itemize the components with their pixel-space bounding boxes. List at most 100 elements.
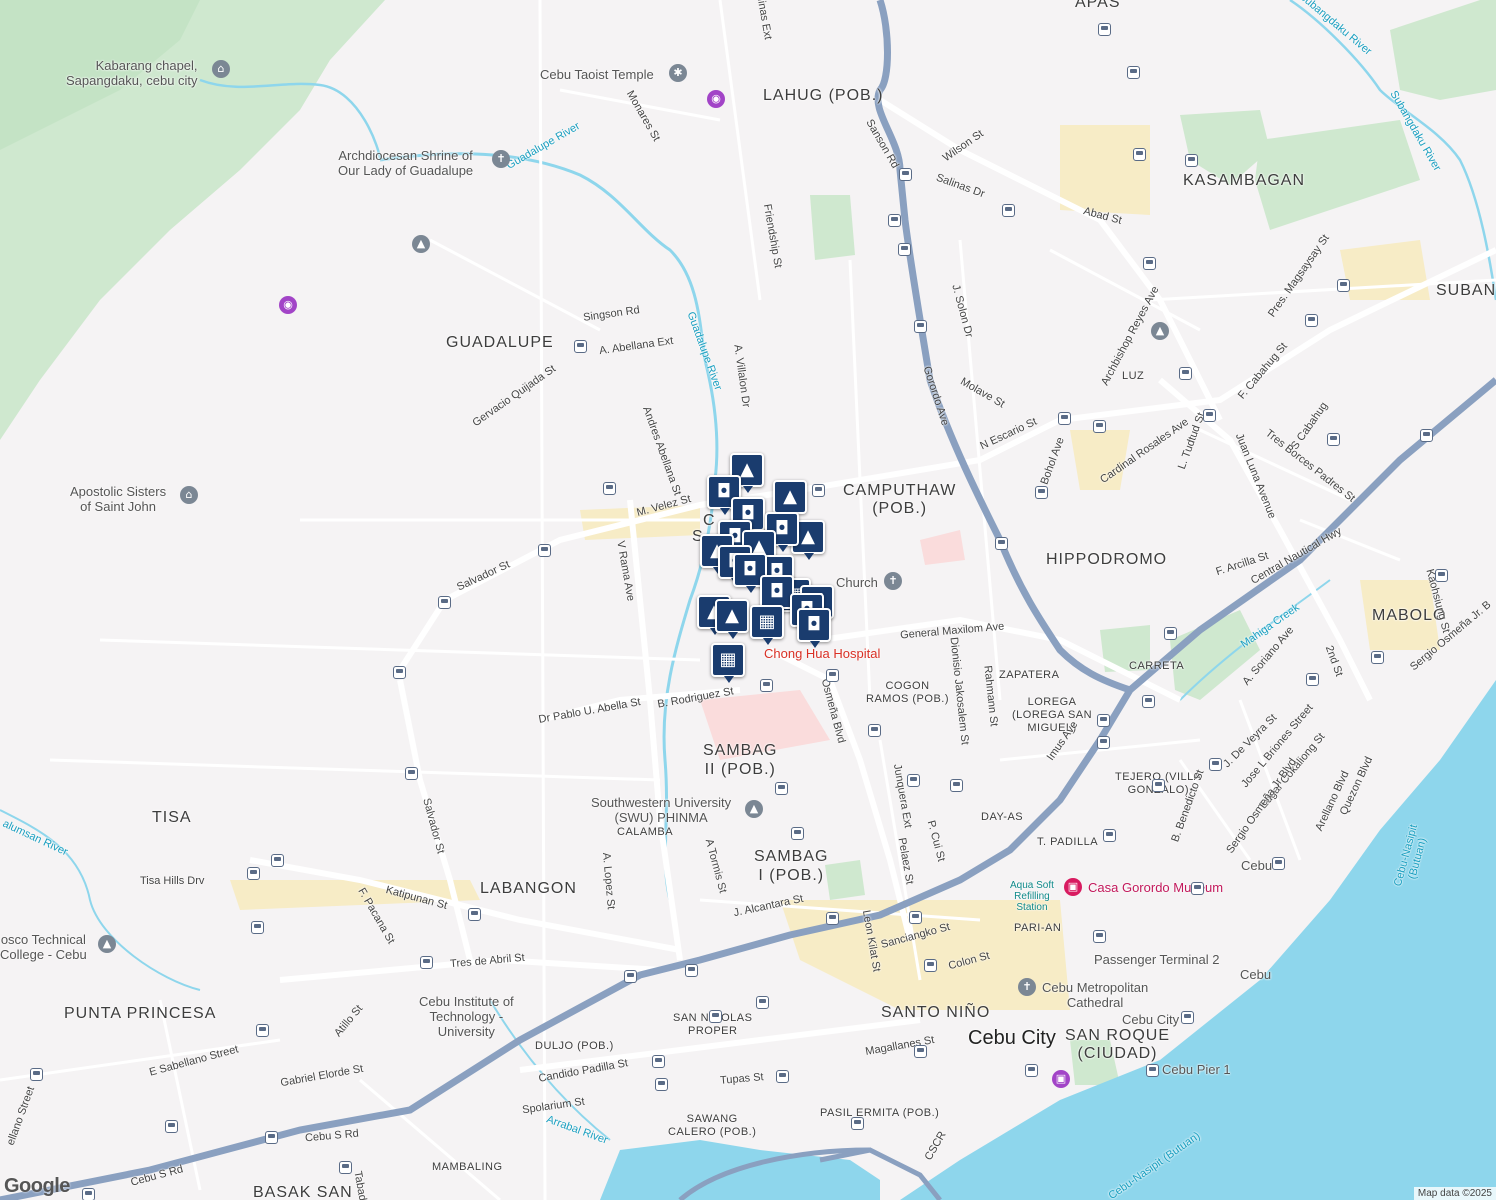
temple-icon[interactable]: ✱ bbox=[669, 64, 687, 82]
bus-stop-icon[interactable] bbox=[1103, 829, 1116, 842]
poi-church[interactable]: Church bbox=[836, 575, 878, 590]
bus-stop-icon[interactable] bbox=[1306, 673, 1319, 686]
bus-stop-icon[interactable] bbox=[1435, 569, 1448, 582]
bus-stop-icon[interactable] bbox=[812, 484, 825, 497]
bus-stop-icon[interactable] bbox=[1327, 433, 1340, 446]
bus-stop-icon[interactable] bbox=[685, 964, 698, 977]
bus-stop-icon[interactable] bbox=[1025, 1064, 1038, 1077]
marker-grocery[interactable]: ▦ bbox=[750, 605, 784, 645]
marker-grocery[interactable]: ▦ bbox=[711, 643, 745, 683]
poi-don-bosco-technical[interactable]: osco Technical College - Cebu bbox=[0, 932, 87, 962]
bus-stop-icon[interactable] bbox=[1093, 420, 1106, 433]
bus-stop-icon[interactable] bbox=[1272, 857, 1285, 870]
bus-stop-icon[interactable] bbox=[1371, 651, 1384, 664]
bus-stop-icon[interactable] bbox=[995, 537, 1008, 550]
poi-cebu-metropolitan-cathedral[interactable]: Cebu Metropolitan Cathedral bbox=[1042, 980, 1148, 1010]
school-icon[interactable]: ▲ bbox=[745, 800, 763, 818]
museum-icon[interactable]: ▣ bbox=[1064, 878, 1082, 896]
poi-aqua-soft-refilling[interactable]: Aqua Soft Refilling Station bbox=[1010, 880, 1054, 913]
bus-stop-icon[interactable] bbox=[950, 779, 963, 792]
convent-icon[interactable]: ⌂ bbox=[180, 486, 198, 504]
bus-stop-icon[interactable] bbox=[1179, 367, 1192, 380]
bus-stop-icon[interactable] bbox=[82, 1188, 95, 1200]
bus-stop-icon[interactable] bbox=[1098, 23, 1111, 36]
chapel-icon[interactable]: ⌂ bbox=[212, 60, 230, 78]
poi-chong-hua-hospital[interactable]: Chong Hua Hospital bbox=[764, 646, 880, 661]
bus-stop-icon[interactable] bbox=[1093, 930, 1106, 943]
bus-stop-icon[interactable] bbox=[624, 970, 637, 983]
bus-stop-icon[interactable] bbox=[899, 168, 912, 181]
bus-stop-icon[interactable] bbox=[1002, 204, 1015, 217]
bus-stop-icon[interactable] bbox=[760, 679, 773, 692]
google-logo[interactable]: Google bbox=[4, 1175, 70, 1198]
poi-cebu-taoist-temple[interactable]: Cebu Taoist Temple bbox=[540, 67, 654, 82]
church-icon[interactable]: ✝ bbox=[1018, 978, 1036, 996]
bus-stop-icon[interactable] bbox=[1164, 627, 1177, 640]
poi-cebu[interactable]: Cebu bbox=[1241, 858, 1272, 873]
church-icon[interactable]: ✝ bbox=[884, 572, 902, 590]
bus-stop-icon[interactable] bbox=[1133, 148, 1146, 161]
bus-stop-icon[interactable] bbox=[538, 544, 551, 557]
bus-stop-icon[interactable] bbox=[898, 243, 911, 256]
bus-stop-icon[interactable] bbox=[574, 340, 587, 353]
bus-stop-icon[interactable] bbox=[393, 666, 406, 679]
bus-stop-icon[interactable] bbox=[1305, 314, 1318, 327]
marker-school[interactable]: ▲ bbox=[773, 480, 807, 520]
marker-shopping[interactable]: ◘ bbox=[797, 608, 831, 648]
bus-stop-icon[interactable] bbox=[1143, 257, 1156, 270]
bus-stop-icon[interactable] bbox=[868, 724, 881, 737]
bus-stop-icon[interactable] bbox=[888, 214, 901, 227]
bus-stop-icon[interactable] bbox=[907, 774, 920, 787]
bus-stop-icon[interactable] bbox=[1127, 66, 1140, 79]
bus-stop-icon[interactable] bbox=[851, 1117, 864, 1130]
poi-cebu-city[interactable]: Cebu City bbox=[1122, 1012, 1179, 1027]
church-icon[interactable]: ✝ bbox=[492, 150, 510, 168]
bus-stop-icon[interactable] bbox=[756, 996, 769, 1009]
museum-icon[interactable]: ▣ bbox=[1052, 1070, 1070, 1088]
poi-cebu-institute-of-technology[interactable]: Cebu Institute of Technology - University bbox=[419, 994, 514, 1039]
bus-stop-icon[interactable] bbox=[914, 1045, 927, 1058]
bus-stop-icon[interactable] bbox=[603, 482, 616, 495]
marker-school[interactable]: ▲ bbox=[715, 599, 749, 639]
poi-guadalupe-shrine[interactable]: Archdiocesan Shrine of Our Lady of Guadal… bbox=[338, 148, 473, 178]
bus-stop-icon[interactable] bbox=[1097, 736, 1110, 749]
bus-stop-icon[interactable] bbox=[405, 767, 418, 780]
bus-stop-icon[interactable] bbox=[826, 912, 839, 925]
bus-stop-icon[interactable] bbox=[791, 827, 804, 840]
bus-stop-icon[interactable] bbox=[1203, 409, 1216, 422]
bus-stop-icon[interactable] bbox=[1185, 154, 1198, 167]
bus-stop-icon[interactable] bbox=[775, 782, 788, 795]
bus-stop-icon[interactable] bbox=[1097, 714, 1110, 727]
school-icon[interactable]: ▲ bbox=[98, 935, 116, 953]
bus-stop-icon[interactable] bbox=[1035, 486, 1048, 499]
camera-icon[interactable]: ◉ bbox=[279, 296, 297, 314]
bus-stop-icon[interactable] bbox=[1209, 758, 1222, 771]
bus-stop-icon[interactable] bbox=[1058, 412, 1071, 425]
marker-shopping[interactable]: ◘ bbox=[760, 575, 794, 615]
poi-passenger-terminal-2[interactable]: Passenger Terminal 2 bbox=[1094, 952, 1220, 967]
bus-stop-icon[interactable] bbox=[655, 1078, 668, 1091]
poi-southwestern-university[interactable]: Southwestern University (SWU) PHINMA bbox=[591, 795, 731, 825]
bus-stop-icon[interactable] bbox=[914, 320, 927, 333]
bus-stop-icon[interactable] bbox=[247, 867, 260, 880]
bus-stop-icon[interactable] bbox=[1191, 882, 1204, 895]
poi-cebu-pier-1[interactable]: Cebu Pier 1 bbox=[1162, 1062, 1231, 1077]
bus-stop-icon[interactable] bbox=[438, 596, 451, 609]
bus-stop-icon[interactable] bbox=[1181, 1011, 1194, 1024]
bus-stop-icon[interactable] bbox=[1420, 429, 1433, 442]
bus-stop-icon[interactable] bbox=[1146, 1064, 1159, 1077]
bus-stop-icon[interactable] bbox=[1337, 279, 1350, 292]
bus-stop-icon[interactable] bbox=[251, 921, 264, 934]
bus-stop-icon[interactable] bbox=[709, 1010, 722, 1023]
poi-kabarang-chapel[interactable]: Kabarang chapel, Sapangdaku, cebu city bbox=[66, 58, 198, 88]
bus-stop-icon[interactable] bbox=[826, 669, 839, 682]
map-canvas[interactable]: APAS LAHUG (POB.) KASAMBAGAN SUBANG GUAD… bbox=[0, 0, 1496, 1200]
bus-stop-icon[interactable] bbox=[30, 1068, 43, 1081]
poi-cebu-port[interactable]: Cebu bbox=[1240, 967, 1271, 982]
bus-stop-icon[interactable] bbox=[265, 1131, 278, 1144]
bus-stop-icon[interactable] bbox=[776, 1070, 789, 1083]
bus-stop-icon[interactable] bbox=[1142, 695, 1155, 708]
bus-stop-icon[interactable] bbox=[652, 1055, 665, 1068]
poi-apostolic-sisters[interactable]: Apostolic Sisters of Saint John bbox=[70, 484, 166, 514]
bus-stop-icon[interactable] bbox=[339, 1161, 352, 1174]
